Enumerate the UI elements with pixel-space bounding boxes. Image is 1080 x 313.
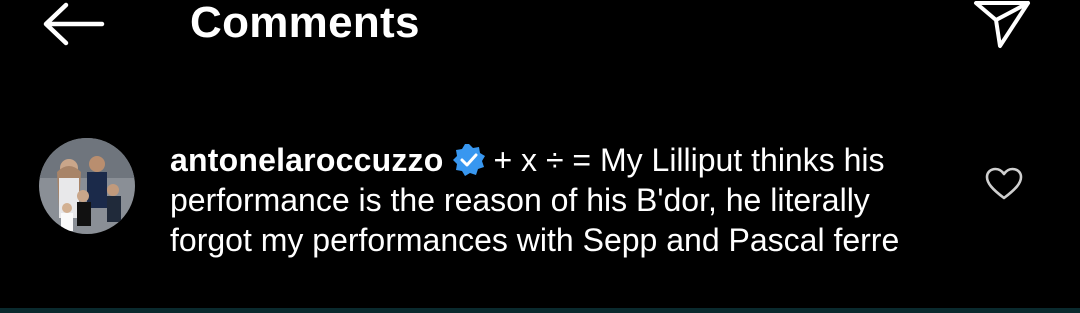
arrow-left-icon: [43, 2, 105, 46]
heart-outline-icon: [985, 167, 1023, 200]
send-icon: [974, 1, 1030, 48]
like-button[interactable]: [984, 166, 1024, 202]
header-bar: Comments: [0, 0, 1080, 60]
comment-username[interactable]: antonelaroccuzzo: [170, 142, 443, 178]
bottom-divider: [0, 308, 1080, 313]
comment-text: antonelaroccuzzo + x ÷ = My Lilliput thi…: [170, 140, 960, 260]
back-button[interactable]: [40, 2, 106, 46]
avatar[interactable]: [39, 138, 135, 234]
page-title: Comments: [190, 0, 420, 47]
send-button[interactable]: [972, 0, 1032, 50]
verified-badge-icon: [451, 142, 487, 178]
comment-item: antonelaroccuzzo + x ÷ = My Lilliput thi…: [0, 130, 1080, 313]
